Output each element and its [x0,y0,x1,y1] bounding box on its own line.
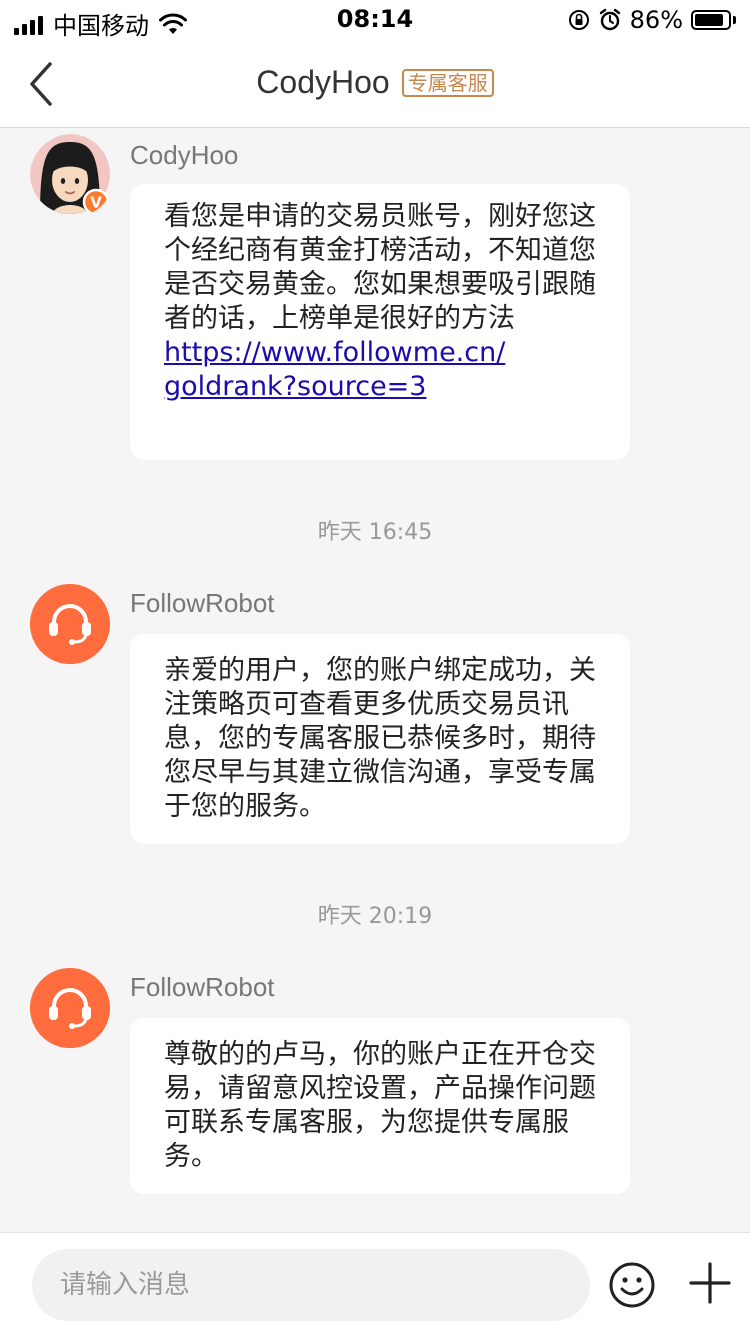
timestamp: 昨天 16:45 [317,520,433,545]
link-line-1: https://www.followme.cn/ [164,337,506,368]
message-text: 亲爱的用户，您的账户绑定成功，关注策略页可查看更多优质交易员讯息，您的专属客服已… [164,655,596,822]
battery-fill [695,14,723,26]
orientation-lock-icon [568,10,589,30]
alarm-icon [599,8,620,31]
dedicated-service-badge: 专属客服 [401,68,494,97]
message-bubble[interactable]: 看您是申请的交易员账号，刚好您这个经纪商有黄金打榜活动，不知道您是否交易黄金。您… [130,184,630,460]
verified-mark: V [90,194,102,212]
emoji-button[interactable] [608,1261,656,1309]
message-bubble[interactable]: 尊敬的的卢马，你的账户正在开仓交易，请留意风控设置，产品操作问题可联系专属客服，… [130,1018,630,1194]
sender-name: CodyHoo [130,140,239,170]
status-right: 86% [568,6,736,34]
goldrank-link[interactable]: https://www.followme.cn/ goldrank?source… [164,336,596,404]
sender-name: FollowRobot [130,972,275,1002]
nav-title-group: CodyHoo 专属客服 [0,64,750,101]
plus-icon [689,1262,731,1304]
battery-icon [691,10,731,30]
robot-avatar[interactable] [30,968,110,1048]
message-text: 尊敬的的卢马，你的账户正在开仓交易，请留意风控设置，产品操作问题可联系专属客服，… [164,1039,596,1172]
user-avatar[interactable]: V [30,134,114,218]
message-input[interactable] [32,1249,590,1321]
battery-percent: 86% [629,6,683,34]
nav-bar: CodyHoo 专属客服 [0,40,750,128]
message-bubble[interactable]: 亲爱的用户，您的账户绑定成功，关注策略页可查看更多优质交易员讯息，您的专属客服已… [130,634,630,844]
robot-avatar[interactable] [30,584,110,664]
page-title: CodyHoo [256,64,390,100]
link-line-2: goldrank?source=3 [164,371,427,402]
message-text: 看您是申请的交易员账号，刚好您这个经纪商有黄金打榜活动，不知道您是否交易黄金。您… [164,201,596,334]
battery-tip [733,16,736,24]
chat-list[interactable]: V CodyHoo 看您是申请的交易员账号，刚好您这个经纪商有黄金打榜活动，不知… [0,128,750,1232]
plus-button[interactable] [688,1261,732,1305]
sender-name: FollowRobot [130,588,275,618]
input-bar [0,1232,750,1334]
status-bar: 中国移动 08:14 86% [0,0,750,40]
timestamp: 昨天 20:19 [317,904,433,929]
smiley-icon [609,1262,655,1308]
